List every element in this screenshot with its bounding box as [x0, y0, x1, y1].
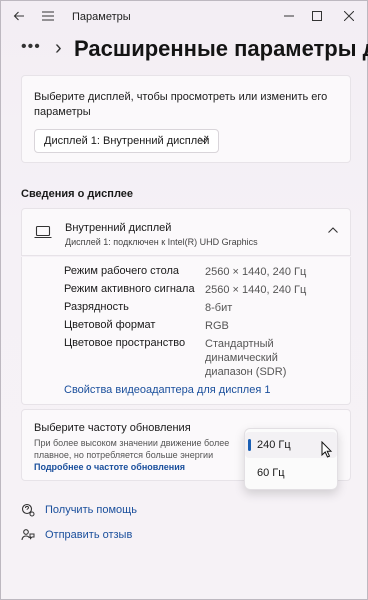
hamburger-menu-icon[interactable] — [40, 8, 56, 24]
property-value: 2560 × 1440, 240 Гц — [205, 266, 307, 278]
close-icon[interactable] — [341, 8, 357, 24]
display-info-details: Режим рабочего стола 2560 × 1440, 240 Гц… — [21, 257, 351, 405]
page-title: Расширенные параметры дисплея — [74, 36, 368, 61]
section-title-display-info: Сведения о дисплее — [21, 188, 134, 200]
adapter-properties-link[interactable]: Свойства видеоадаптера для дисплея 1 — [64, 384, 270, 396]
laptop-icon — [34, 225, 52, 239]
back-arrow-icon[interactable] — [11, 8, 27, 24]
property-value: 2560 × 1440, 240 Гц — [205, 284, 307, 296]
display-select-card: Выберите дисплей, чтобы просмотреть или … — [21, 75, 351, 163]
display-dropdown-value: Дисплей 1: Внутренний дисплей — [44, 135, 210, 147]
property-label: Цветовое пространство — [64, 337, 186, 349]
feedback-icon — [21, 528, 35, 542]
send-feedback-label: Отправить отзыв — [45, 529, 133, 541]
property-label: Разрядность — [64, 301, 129, 313]
property-label: Цветовой формат — [64, 319, 156, 331]
display-name: Внутренний дисплей — [65, 222, 172, 234]
refresh-option-60[interactable]: 60 Гц — [245, 460, 337, 486]
property-value: RGB — [205, 320, 229, 332]
property-value: 8-бит — [205, 302, 233, 314]
send-feedback-link[interactable]: Отправить отзыв — [21, 528, 132, 542]
property-value: Стандартный динамический диапазон (SDR) — [205, 338, 287, 378]
display-subtitle: Дисплей 1: подключен к Intel(R) UHD Grap… — [65, 237, 258, 247]
refresh-rate-title: Выберите частоту обновления — [34, 422, 191, 434]
display-dropdown[interactable]: Дисплей 1: Внутренний дисплей — [34, 129, 219, 153]
property-label: Режим активного сигнала — [64, 283, 195, 295]
title-bar: Параметры — [1, 1, 367, 31]
app-title: Параметры — [72, 11, 131, 23]
chevron-up-icon[interactable] — [328, 225, 338, 236]
minimize-icon[interactable] — [281, 8, 297, 24]
chevron-down-icon — [199, 135, 208, 145]
refresh-rate-description: При более высоком значении движение боле… — [34, 437, 239, 473]
settings-window: Параметры ••• › Расширенные параметры ди… — [0, 0, 368, 600]
mouse-cursor-icon — [321, 440, 333, 459]
get-help-link[interactable]: Получить помощь — [21, 503, 137, 517]
property-label: Режим рабочего стола — [64, 265, 180, 277]
refresh-rate-more-link[interactable]: Подробнее о частоте обновления — [34, 462, 185, 472]
breadcrumb-more-button[interactable]: ••• — [21, 38, 41, 56]
help-icon — [21, 503, 35, 517]
display-select-prompt: Выберите дисплей, чтобы просмотреть или … — [34, 91, 328, 118]
get-help-label: Получить помощь — [45, 504, 137, 516]
display-info-header[interactable]: Внутренний дисплей Дисплей 1: подключен … — [21, 208, 351, 256]
refresh-rate-description-text: При более высоком значении движение боле… — [34, 438, 230, 460]
breadcrumb-chevron-icon: › — [55, 37, 62, 59]
maximize-icon[interactable] — [309, 8, 325, 24]
